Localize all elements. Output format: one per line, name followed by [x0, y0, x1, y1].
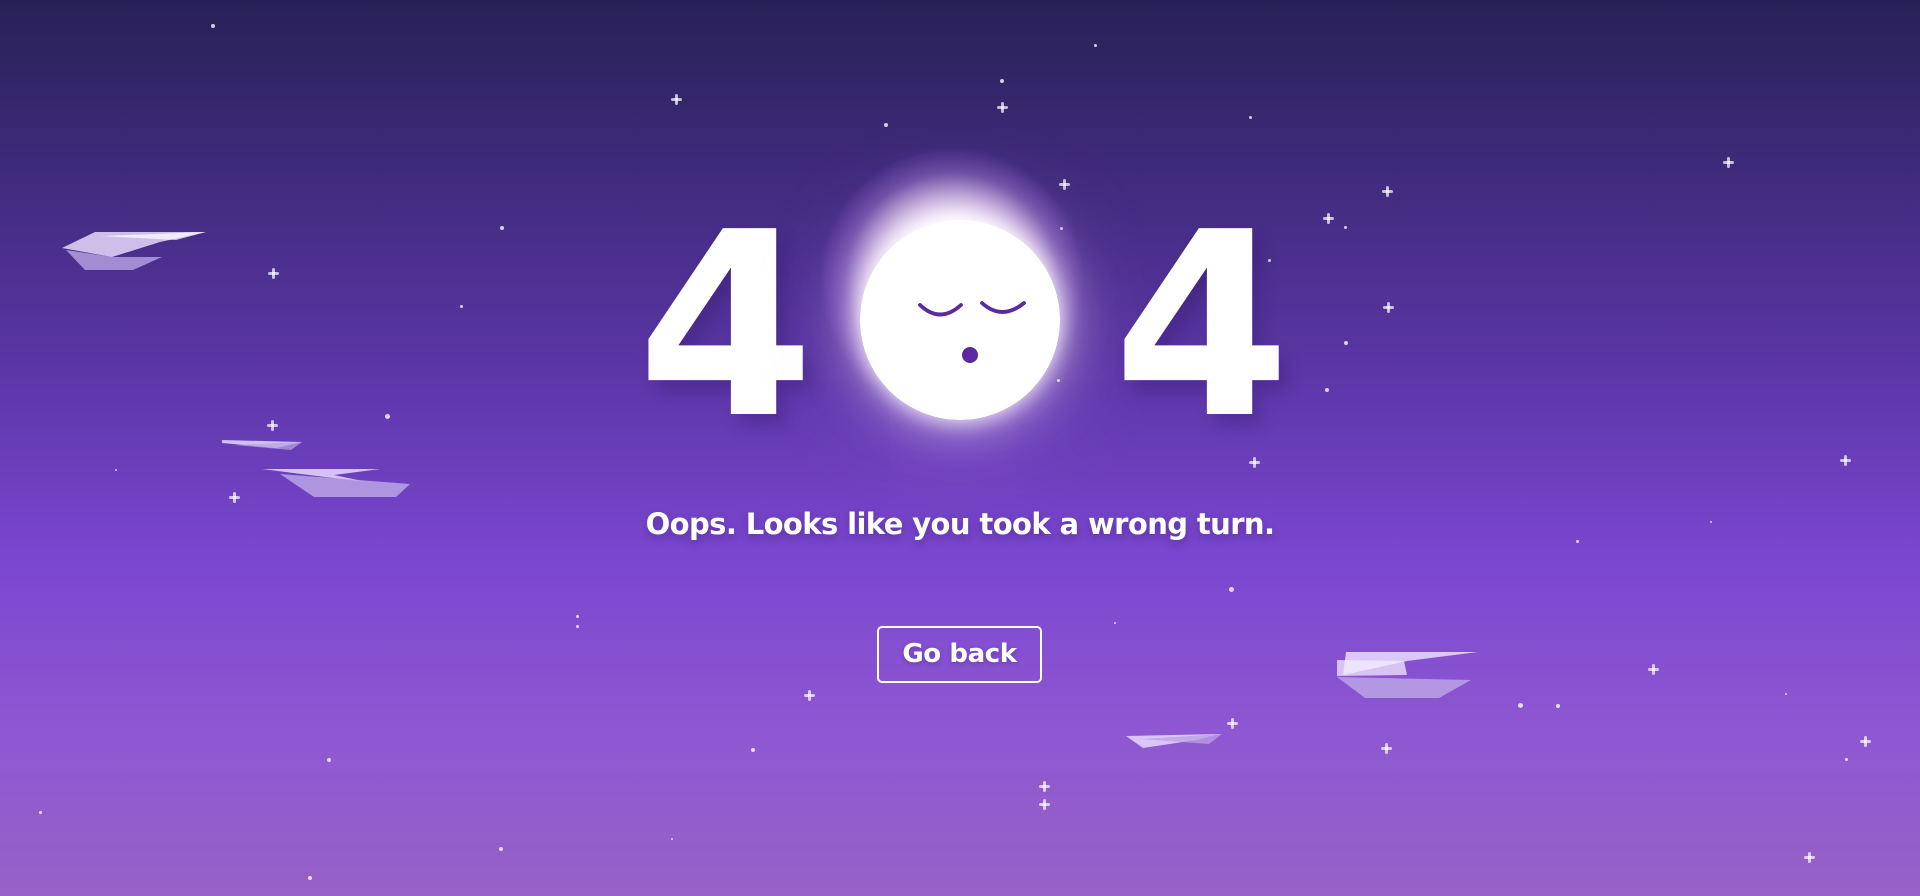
sleeping-moon-icon — [860, 220, 1060, 420]
error-code-right-digit: 4 — [1113, 178, 1291, 475]
error-404-page: 4 4 Oops. Looks like you took a wrong tu… — [0, 0, 1920, 896]
error-code-left-digit: 4 — [637, 178, 815, 475]
sleeping-face-icon — [918, 301, 1026, 363]
go-back-button[interactable]: Go back — [877, 626, 1042, 683]
error-message: Oops. Looks like you took a wrong turn. — [645, 507, 1275, 541]
error-404-hero: 4 4 — [0, 0, 1920, 896]
